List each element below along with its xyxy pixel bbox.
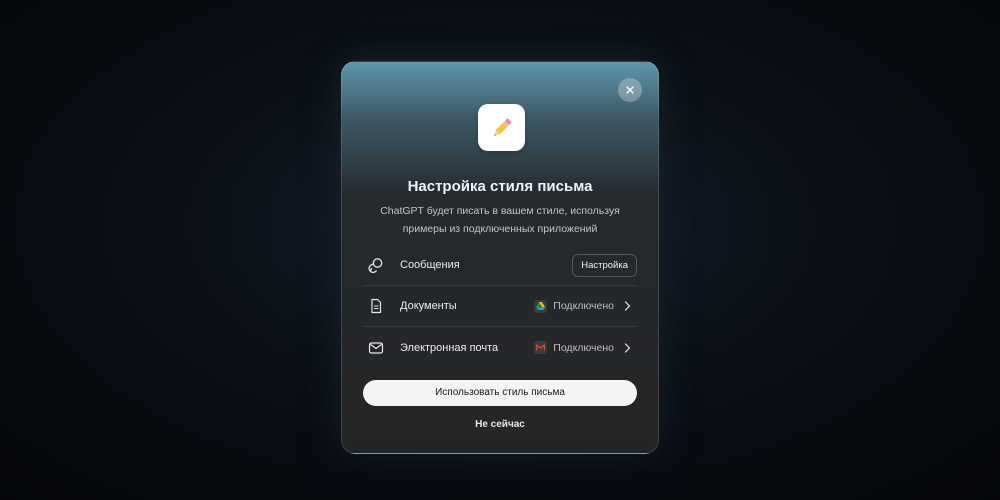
- writing-style-dialog: Настройка стиля письма ChatGPT будет пис…: [341, 61, 659, 454]
- source-list: Сообщения Настройка Документы Подключено…: [363, 245, 637, 368]
- connection-status: Подключено: [534, 299, 637, 313]
- dialog-title: Настройка стиля письма: [407, 178, 593, 195]
- close-icon: [626, 86, 634, 94]
- gmail-icon: [534, 341, 548, 354]
- mail-icon: [368, 340, 392, 356]
- connection-status: Подключено: [534, 341, 637, 354]
- status-text: Подключено: [553, 341, 614, 354]
- source-row-email[interactable]: Электронная почта Подключено: [363, 327, 637, 368]
- setup-button[interactable]: Настройка: [572, 253, 637, 277]
- dialog-subtitle: ChatGPT будет писать в вашем стиле, испо…: [380, 205, 620, 235]
- google-drive-icon: [534, 299, 548, 313]
- chevron-right-icon[interactable]: [624, 342, 631, 353]
- status-text: Подключено: [553, 300, 614, 312]
- source-row-messages[interactable]: Сообщения Настройка: [363, 245, 637, 286]
- source-label: Электронная почта: [400, 341, 499, 354]
- pencil-icon: [493, 118, 511, 136]
- not-now-button[interactable]: Не сейчас: [342, 419, 658, 430]
- use-writing-style-button[interactable]: Использовать стиль письма: [363, 380, 637, 406]
- messages-icon: [368, 257, 392, 273]
- source-label: Сообщения: [400, 259, 460, 271]
- document-icon: [368, 298, 392, 314]
- chevron-right-icon[interactable]: [624, 301, 631, 311]
- source-label: Документы: [400, 300, 457, 312]
- source-row-documents[interactable]: Документы Подключено: [363, 286, 637, 327]
- app-icon: [478, 104, 525, 151]
- close-button[interactable]: [618, 78, 642, 102]
